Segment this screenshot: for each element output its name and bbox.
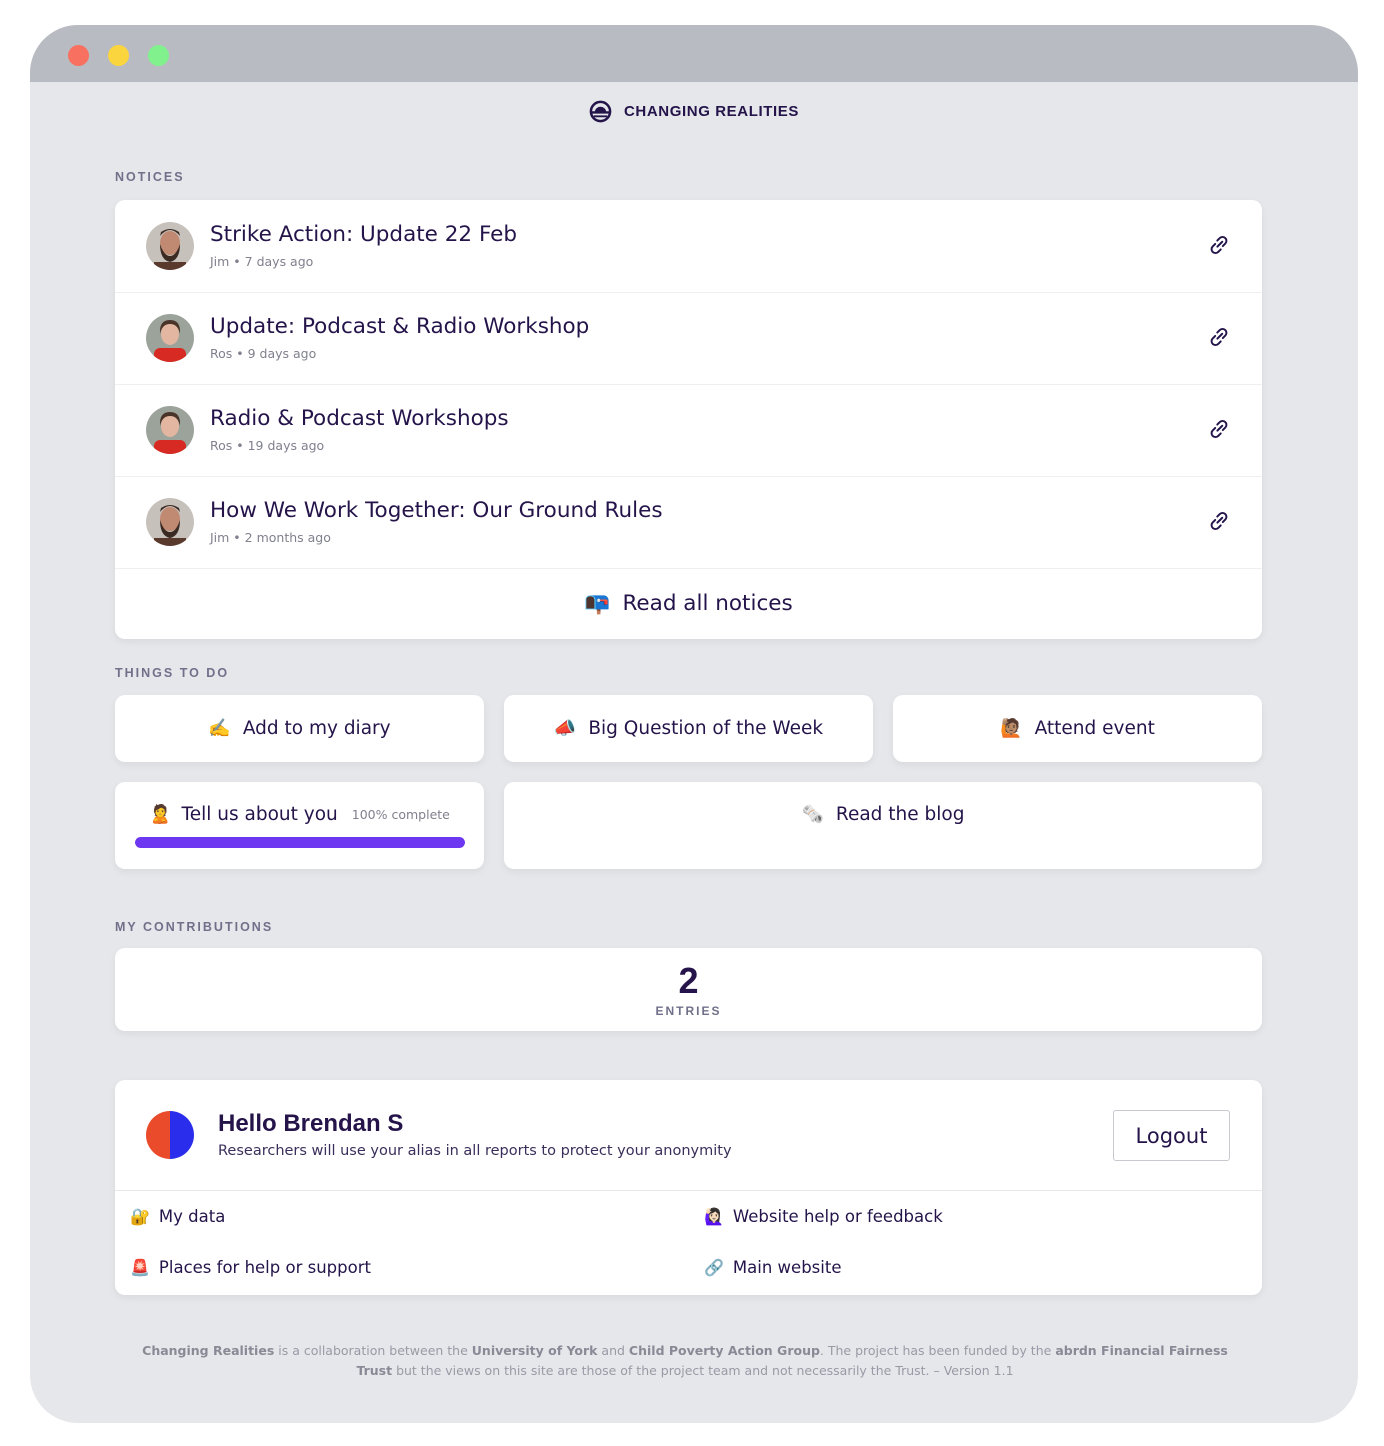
read-all-notices-button[interactable]: 📭 Read all notices [115,568,1262,639]
notice-meta: Jim • 2 months ago [210,530,331,545]
big-question-button[interactable]: 📣 Big Question of the Week [504,695,873,762]
divider [115,1190,1262,1191]
profile-progress-text: 100% complete [351,807,450,822]
attend-event-button[interactable]: 🙋🏽 Attend event [893,695,1262,762]
raising-hand-icon: 🙋🏽 [1000,717,1023,739]
logout-button[interactable]: Logout [1113,1110,1230,1161]
add-to-diary-button[interactable]: ✍️ Add to my diary [115,695,484,762]
avatar-jim [146,222,194,270]
footer-university: University of York [471,1343,598,1358]
browser-window: CHANGING REALITIES NOTICES Strike Action… [30,25,1358,1423]
alias-note: Researchers will use your alias in all r… [218,1143,732,1159]
big-question-label: Big Question of the Week [588,718,824,739]
minimize-window-button[interactable] [108,45,129,66]
main-website-label: Main website [732,1258,842,1277]
brand-header[interactable]: CHANGING REALITIES [30,100,1358,123]
notice-item[interactable]: Radio & Podcast Workshops Ros • 19 days … [115,384,1262,477]
tell-us-about-you-label: Tell us about you [181,804,338,825]
megaphone-icon: 📣 [553,717,577,739]
notice-meta: Ros • 19 days ago [210,438,325,453]
things-to-do-section-label: THINGS TO DO [115,666,230,680]
contributions-section-label: MY CONTRIBUTIONS [115,920,274,934]
places-for-help-link[interactable]: 🚨 Places for help or support [130,1258,371,1277]
my-data-link[interactable]: 🔐 My data [130,1207,225,1226]
website-help-label: Website help or feedback [732,1207,943,1226]
newspaper-icon: 🗞️ [801,803,824,825]
writing-hand-icon: ✍️ [208,717,231,739]
link-icon[interactable] [1206,508,1232,534]
my-data-label: My data [158,1207,226,1226]
notice-title[interactable]: Radio & Podcast Workshops [210,406,509,431]
read-the-blog-label: Read the blog [835,804,965,825]
close-window-button[interactable] [68,45,89,66]
tell-us-about-you-button[interactable]: 🙎 Tell us about you 100% complete [115,782,484,869]
avatar-ros [146,314,194,362]
profile-progress-bar [135,837,465,848]
link-icon[interactable] [1206,232,1232,258]
contributions-card[interactable]: 2 ENTRIES [115,948,1262,1031]
siren-icon: 🚨 [130,1257,150,1277]
maximize-window-button[interactable] [148,45,169,66]
footer-org: Changing Realities [142,1343,275,1358]
footer-text: Changing Realities is a collaboration be… [140,1341,1230,1381]
notices-section-label: NOTICES [115,170,185,184]
mailbox-icon: 📭 [584,591,611,615]
entries-label: ENTRIES [655,1004,722,1018]
raising-hand-woman-icon: 🙋🏻‍♀️ [704,1206,724,1226]
greeting: Hello Brendan S [218,1110,404,1137]
link-icon[interactable] [1206,416,1232,442]
notice-title[interactable]: Strike Action: Update 22 Feb [210,222,517,247]
places-for-help-label: Places for help or support [158,1258,371,1277]
notices-card: Strike Action: Update 22 Feb Jim • 7 day… [115,200,1262,639]
profile-card: Hello Brendan S Researchers will use you… [115,1080,1262,1295]
avatar-jim [146,498,194,546]
add-to-diary-label: Add to my diary [242,718,391,739]
window-titlebar [30,25,1358,82]
read-the-blog-button[interactable]: 🗞️ Read the blog [504,782,1262,869]
link-icon[interactable] [1206,324,1232,350]
notice-item[interactable]: Strike Action: Update 22 Feb Jim • 7 day… [115,200,1262,293]
notice-meta: Jim • 7 days ago [210,254,314,269]
avatar-ros [146,406,194,454]
footer-text-part: . The project has been funded by the [819,1343,1056,1358]
main-website-link[interactable]: 🔗 Main website [704,1258,841,1277]
notice-item[interactable]: How We Work Together: Our Ground Rules J… [115,476,1262,569]
footer-text-part: is a collaboration between the [274,1343,472,1358]
user-avatar [146,1111,194,1159]
notice-title[interactable]: Update: Podcast & Radio Workshop [210,314,589,339]
notice-title[interactable]: How We Work Together: Our Ground Rules [210,498,663,523]
profile-progress-fill [135,837,465,848]
sunrise-logo-icon [589,100,612,123]
brand-name: CHANGING REALITIES [624,103,799,120]
footer-text-part: but the views on this site are those of … [392,1363,1014,1378]
footer-text-part: and [597,1343,629,1358]
footer-cpag: Child Poverty Action Group [628,1343,820,1358]
notice-item[interactable]: Update: Podcast & Radio Workshop Ros • 9… [115,292,1262,385]
lock-key-icon: 🔐 [130,1206,150,1226]
website-help-link[interactable]: 🙋🏻‍♀️ Website help or feedback [704,1207,943,1226]
read-all-notices-label: Read all notices [622,591,793,616]
attend-event-label: Attend event [1034,718,1155,739]
entries-count: 2 [678,960,699,1001]
person-icon: 🙎 [149,803,172,825]
link-chain-icon: 🔗 [704,1257,724,1277]
notice-meta: Ros • 9 days ago [210,346,317,361]
